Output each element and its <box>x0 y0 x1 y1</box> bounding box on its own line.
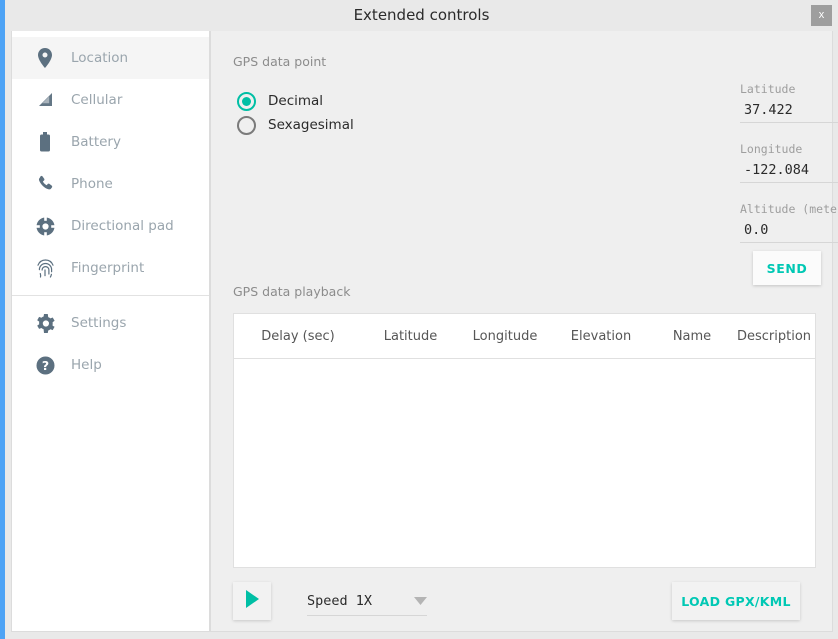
extended-controls-window: Extended controls x Location Cellular Ba… <box>0 0 838 639</box>
svg-text:?: ? <box>41 358 48 373</box>
sidebar-item-directional-pad[interactable]: Directional pad <box>12 205 209 247</box>
sidebar-item-phone[interactable]: Phone <box>12 163 209 205</box>
column-header-elevation: Elevation <box>551 329 651 344</box>
radio-selected-icon <box>237 92 256 111</box>
altitude-label: Altitude (meters) <box>740 202 838 216</box>
signal-bars-icon <box>32 87 58 113</box>
play-button[interactable] <box>233 582 271 620</box>
latitude-label: Latitude <box>740 82 838 96</box>
table-body-empty <box>234 359 815 568</box>
radio-sexagesimal-label: Sexagesimal <box>268 117 354 133</box>
radio-decimal-label: Decimal <box>268 93 323 109</box>
gps-data-playback-label: GPS data playback <box>233 284 350 299</box>
column-header-latitude: Latitude <box>362 329 459 344</box>
gps-data-point-label: GPS data point <box>233 54 326 69</box>
question-mark-icon: ? <box>32 352 58 378</box>
longitude-label: Longitude <box>740 142 838 156</box>
sidebar-item-label: Fingerprint <box>71 260 144 276</box>
altitude-field-group: Altitude (meters) <box>740 202 838 243</box>
play-triangle-icon <box>245 590 260 613</box>
latitude-field-group: Latitude <box>740 82 838 123</box>
fingerprint-icon <box>32 255 58 281</box>
dpad-icon <box>32 213 58 239</box>
sidebar-item-label: Directional pad <box>71 218 174 234</box>
radio-sexagesimal[interactable]: Sexagesimal <box>237 113 354 137</box>
column-header-longitude: Longitude <box>459 329 551 344</box>
radio-unselected-icon <box>237 116 256 135</box>
sidebar-item-settings[interactable]: Settings <box>12 302 209 344</box>
send-button[interactable]: SEND <box>753 251 821 285</box>
radio-decimal[interactable]: Decimal <box>237 89 354 113</box>
chevron-down-icon <box>414 592 427 610</box>
speed-dropdown-value: Speed 1X <box>307 593 414 609</box>
sidebar-item-label: Cellular <box>71 92 122 108</box>
gps-playback-table: Delay (sec) Latitude Longitude Elevation… <box>233 313 816 568</box>
main-panel: GPS data point Decimal Sexagesimal Latit… <box>210 31 833 632</box>
latitude-input[interactable] <box>740 102 838 123</box>
sidebar: Location Cellular Battery Phone Directio <box>11 31 210 632</box>
sidebar-item-cellular[interactable]: Cellular <box>12 79 209 121</box>
longitude-input[interactable] <box>740 162 838 183</box>
column-header-delay: Delay (sec) <box>234 329 362 344</box>
gear-icon <box>32 310 58 336</box>
battery-icon <box>32 129 58 155</box>
speed-dropdown[interactable]: Speed 1X <box>307 587 427 616</box>
sidebar-item-label: Settings <box>71 315 126 331</box>
title-bar: Extended controls x <box>5 0 838 31</box>
longitude-field-group: Longitude <box>740 142 838 183</box>
close-icon[interactable]: x <box>811 5 832 26</box>
sidebar-item-location[interactable]: Location <box>12 37 209 79</box>
sidebar-item-label: Phone <box>71 176 113 192</box>
load-gpx-kml-button[interactable]: LOAD GPX/KML <box>672 582 800 620</box>
table-header-row: Delay (sec) Latitude Longitude Elevation… <box>234 314 815 359</box>
sidebar-item-fingerprint[interactable]: Fingerprint <box>12 247 209 289</box>
location-pin-icon <box>32 45 58 71</box>
sidebar-item-label: Battery <box>71 134 121 150</box>
sidebar-item-label: Location <box>71 50 128 66</box>
sidebar-item-battery[interactable]: Battery <box>12 121 209 163</box>
sidebar-item-help[interactable]: ? Help <box>12 344 209 386</box>
altitude-input[interactable] <box>740 222 838 243</box>
column-header-name: Name <box>651 329 733 344</box>
column-header-description: Description <box>733 329 815 344</box>
gps-format-radio-group: Decimal Sexagesimal <box>237 89 354 137</box>
window-title: Extended controls <box>5 0 838 31</box>
sidebar-item-label: Help <box>71 357 102 373</box>
phone-handset-icon <box>32 171 58 197</box>
